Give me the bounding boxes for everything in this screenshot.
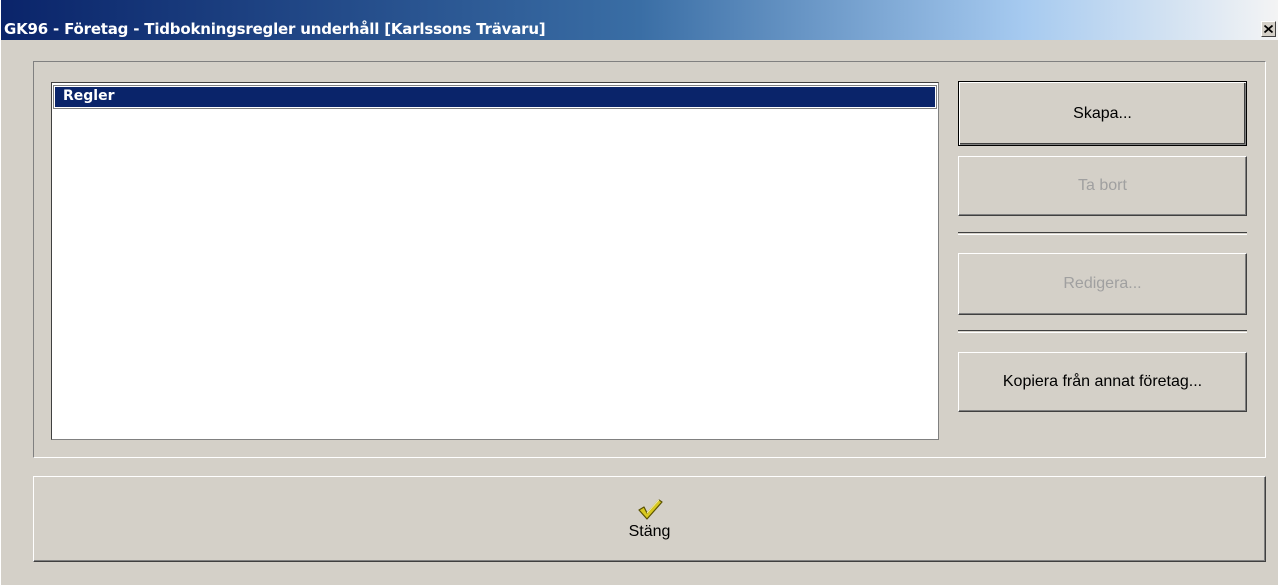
copy-button-label: Kopiera från annat företag... — [1002, 373, 1203, 390]
edit-button[interactable]: Redigera... — [958, 253, 1247, 315]
rules-column-header[interactable]: Regler — [53, 85, 937, 109]
button-separator-2 — [958, 330, 1247, 333]
copy-from-company-button[interactable]: Kopiera från annat företag... — [958, 352, 1247, 412]
close-dialog-label: Stäng — [628, 522, 671, 540]
create-button[interactable]: Skapa... — [958, 81, 1247, 146]
title-bar[interactable]: GK96 - Företag - Tidbokningsregler under… — [1, 0, 1278, 40]
delete-button[interactable]: Ta bort — [958, 156, 1247, 216]
dialog-window: GK96 - Företag - Tidbokningsregler under… — [0, 0, 1278, 585]
checkmark-icon — [637, 498, 663, 520]
rules-list[interactable]: Regler — [51, 82, 939, 440]
window-title: GK96 - Företag - Tidbokningsregler under… — [4, 20, 546, 38]
create-button-label: Skapa... — [1073, 104, 1132, 122]
edit-button-label: Redigera... — [1063, 275, 1142, 292]
delete-button-label: Ta bort — [1078, 177, 1127, 194]
close-dialog-button[interactable]: Stäng — [33, 476, 1266, 562]
button-separator-1 — [958, 232, 1247, 235]
close-icon — [1264, 25, 1273, 33]
window-close-button[interactable] — [1261, 21, 1276, 37]
